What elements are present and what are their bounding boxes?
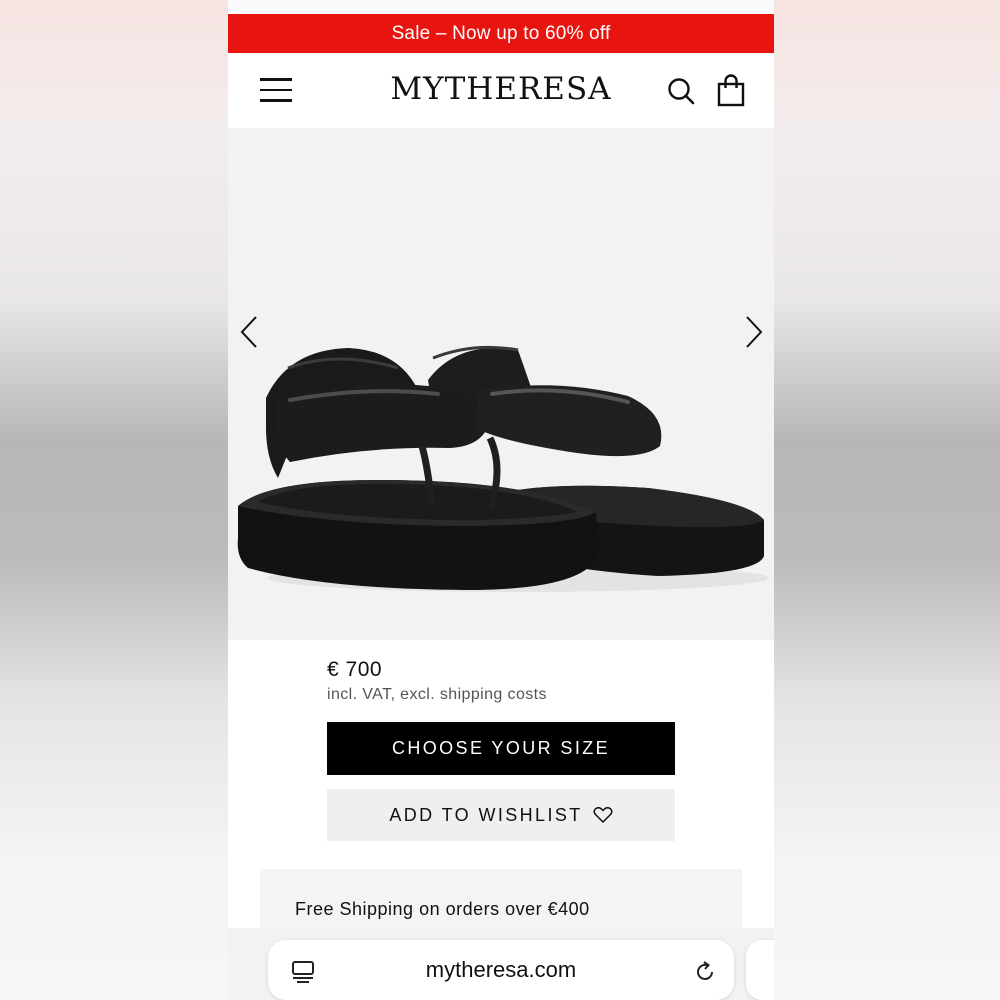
phone-screen: Sale – Now up to 60% off MYTHERESA € 700…: [228, 0, 774, 1000]
url-text[interactable]: mytheresa.com: [268, 957, 734, 983]
vat-note: incl. VAT, excl. shipping costs: [327, 686, 547, 703]
wishlist-label: ADD TO WISHLIST: [389, 804, 583, 825]
shopping-bag-icon[interactable]: [716, 73, 746, 107]
choose-size-label: CHOOSE YOUR SIZE: [391, 738, 611, 758]
add-to-wishlist-button[interactable]: ADD TO WISHLIST: [327, 789, 675, 841]
sale-banner[interactable]: Sale – Now up to 60% off: [228, 14, 774, 53]
sale-banner-text[interactable]: Sale – Now up to 60% off: [392, 23, 611, 45]
product-price: € 700: [327, 658, 383, 681]
product-image: [237, 345, 768, 592]
status-area: [228, 0, 774, 14]
chevron-left-icon[interactable]: [236, 314, 262, 350]
browser-toolbar: mytheresa.com: [228, 928, 774, 1000]
next-tab-preview[interactable]: [746, 940, 774, 1000]
shipping-text: Free Shipping on orders over €400: [295, 899, 590, 919]
search-icon[interactable]: [666, 76, 696, 106]
chevron-right-icon[interactable]: [741, 314, 767, 350]
address-bar[interactable]: mytheresa.com: [268, 940, 734, 1000]
choose-size-button[interactable]: CHOOSE YOUR SIZE: [327, 722, 675, 775]
product-gallery[interactable]: [228, 128, 774, 640]
site-header: MYTHERESA: [228, 53, 774, 128]
reload-icon[interactable]: [693, 960, 717, 984]
heart-icon: [593, 806, 613, 824]
